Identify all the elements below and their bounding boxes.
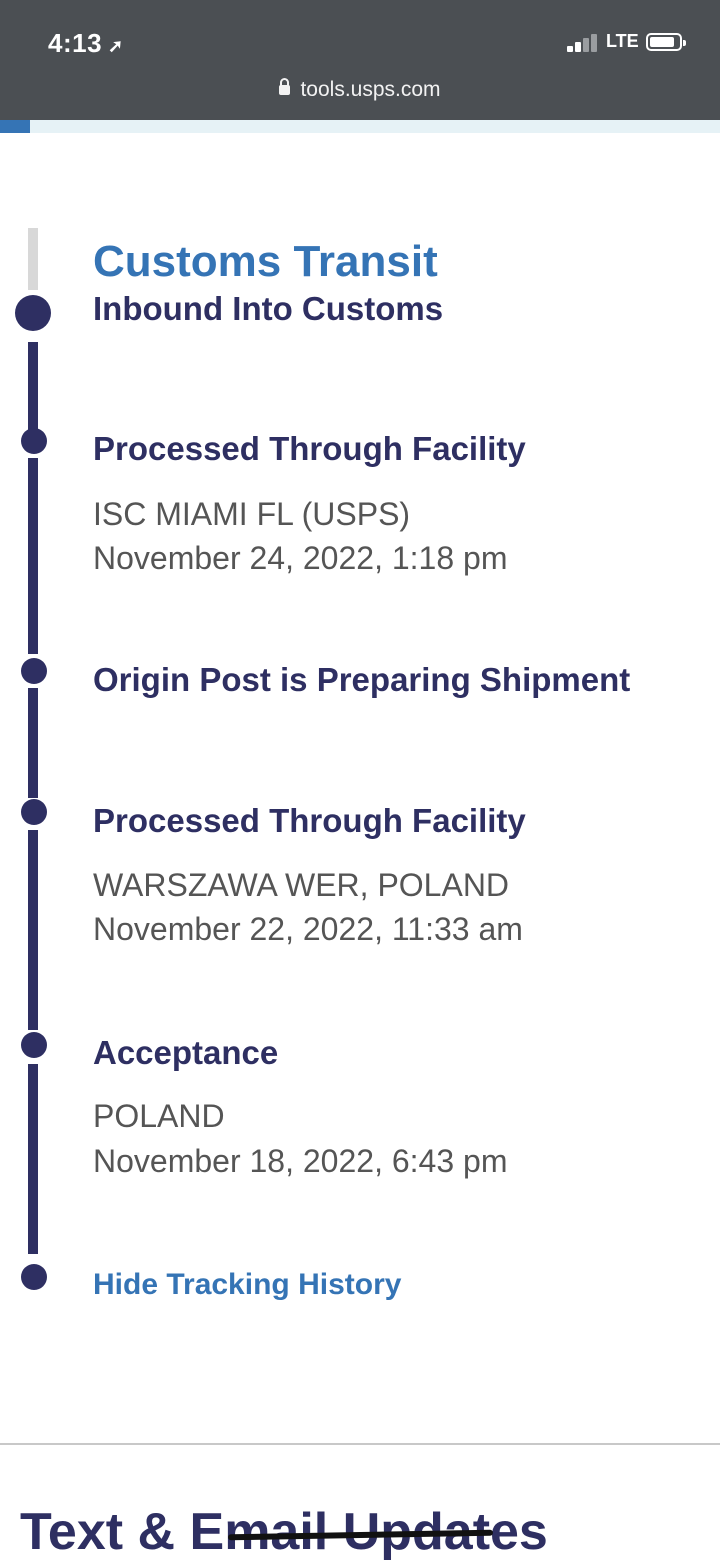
timeline-line bbox=[28, 342, 38, 430]
timeline-dot bbox=[21, 658, 47, 684]
page-load-progress-fill bbox=[0, 120, 30, 133]
timeline-dot-current bbox=[15, 295, 51, 331]
event-location: ISC MIAMI FL (USPS) bbox=[93, 496, 411, 532]
timeline-line bbox=[28, 458, 38, 654]
battery-icon bbox=[646, 33, 686, 51]
event-datetime: November 22, 2022, 11:33 am bbox=[93, 911, 523, 947]
timeline-line-pending bbox=[28, 228, 38, 290]
timeline-line bbox=[28, 1064, 38, 1254]
timeline-dot bbox=[21, 1264, 47, 1290]
hide-tracking-history-link[interactable]: Hide Tracking History bbox=[93, 1268, 401, 1302]
timeline-dot bbox=[21, 799, 47, 825]
timeline-line bbox=[28, 830, 38, 1030]
event-location: POLAND bbox=[93, 1098, 225, 1134]
event-location: WARSZAWA WER, POLAND bbox=[93, 867, 510, 903]
location-arrow-icon: ➚ bbox=[108, 36, 124, 56]
section-divider bbox=[0, 1443, 720, 1445]
event-title: Processed Through Facility bbox=[93, 430, 526, 467]
tracking-status-heading: Customs Transit bbox=[93, 237, 438, 286]
browser-top-bar: 4:13 ➚ LTE tools.usps.com bbox=[0, 0, 720, 120]
event-title: Origin Post is Preparing Shipment bbox=[93, 661, 631, 698]
timeline-dot bbox=[21, 1032, 47, 1058]
page-load-progress bbox=[0, 120, 720, 133]
timeline-line bbox=[28, 688, 38, 798]
url-text: tools.usps.com bbox=[300, 78, 441, 101]
cellular-signal-icon bbox=[567, 34, 603, 52]
event-datetime: November 18, 2022, 6:43 pm bbox=[93, 1143, 508, 1179]
network-type: LTE bbox=[606, 31, 639, 51]
event-title: Acceptance bbox=[93, 1034, 279, 1071]
status-time-text: 4:13 bbox=[48, 28, 103, 58]
lock-icon bbox=[279, 78, 291, 95]
event-title: Inbound Into Customs bbox=[93, 290, 444, 327]
event-title: Processed Through Facility bbox=[93, 802, 526, 839]
status-time: 4:13 ➚ bbox=[48, 28, 124, 59]
event-datetime: November 24, 2022, 1:18 pm bbox=[93, 540, 508, 576]
url-bar[interactable]: tools.usps.com bbox=[0, 78, 720, 102]
timeline-dot bbox=[21, 428, 47, 454]
